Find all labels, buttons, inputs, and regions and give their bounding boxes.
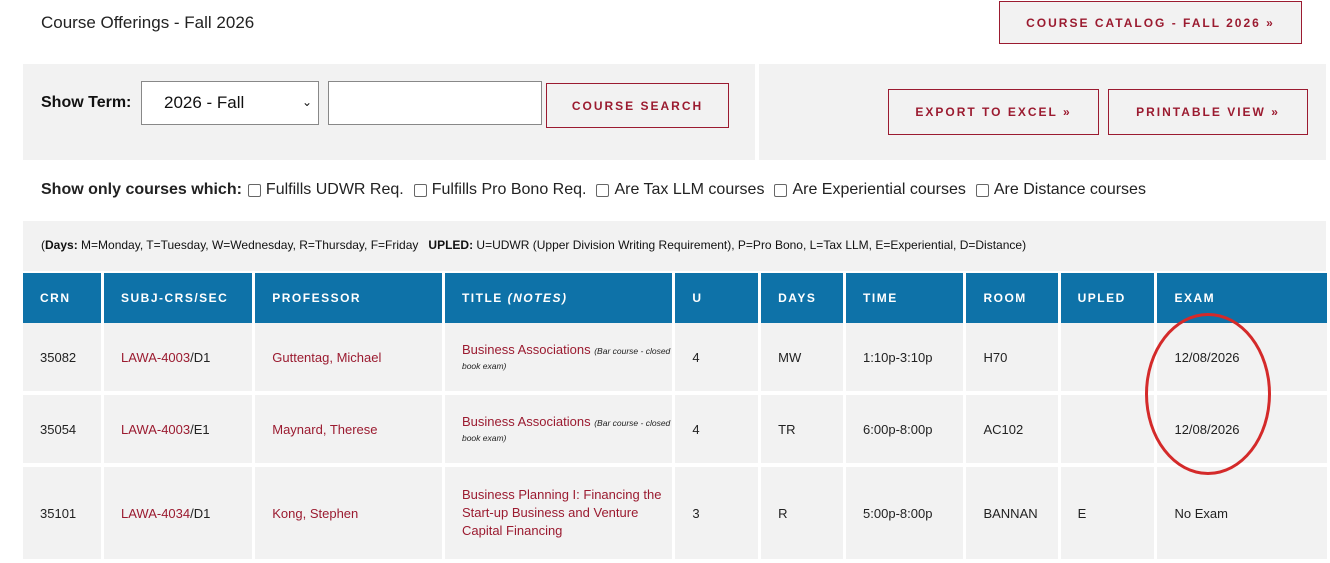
days-cell: R [761, 467, 844, 563]
professor-link[interactable]: Guttentag, Michael [272, 350, 381, 365]
export-excel-button[interactable]: EXPORT TO EXCEL » [888, 89, 1099, 135]
professor-cell: Guttentag, Michael [255, 323, 442, 395]
header-professor: PROFESSOR [255, 273, 442, 323]
title-cell: Business Associations (Bar course - clos… [444, 395, 673, 467]
time-cell: 5:00p-8:00p [846, 467, 964, 563]
header-room: ROOM [966, 273, 1058, 323]
table-row: 35101 LAWA-4034/D1 Kong, Stephen Busines… [23, 467, 1327, 563]
experiential-label: Are Experiential courses [792, 181, 966, 198]
term-select[interactable]: 2026 - Fall ⌄ [141, 81, 319, 125]
course-link[interactable]: LAWA-4003 [121, 422, 190, 437]
exam-cell: 12/08/2026 [1157, 395, 1327, 467]
upled-cell: E [1060, 467, 1155, 563]
title-link[interactable]: Business Planning I: Financing the Start… [462, 487, 661, 538]
course-table: CRN SUBJ-CRS/SEC PROFESSOR TITLE (NOTES)… [20, 273, 1330, 563]
crn-cell: 35082 [23, 323, 101, 395]
term-select-value: 2026 - Fall [164, 93, 245, 112]
crn-cell: 35054 [23, 395, 101, 467]
time-cell: 6:00p-8:00p [846, 395, 964, 467]
title-cell: Business Associations (Bar course - clos… [444, 323, 673, 395]
distance-checkbox[interactable] [975, 183, 989, 197]
filters-label: Show only courses which: [41, 181, 242, 198]
udwr-checkbox[interactable] [247, 183, 261, 197]
search-input[interactable] [328, 81, 542, 125]
tax-llm-checkbox[interactable] [596, 183, 610, 197]
legend-text: (Days: M=Monday, T=Tuesday, W=Wednesday,… [41, 238, 1027, 252]
time-cell: 1:10p-3:10p [846, 323, 964, 395]
title-cell: Business Planning I: Financing the Start… [444, 467, 673, 563]
course-filters: Show only courses which: Fulfills UDWR R… [41, 181, 1154, 199]
chevron-down-icon: ⌄ [301, 95, 312, 109]
page-title: Course Offerings - Fall 2026 [41, 13, 255, 32]
distance-label: Are Distance courses [993, 181, 1146, 198]
course-link[interactable]: LAWA-4034 [121, 506, 190, 521]
course-link[interactable]: LAWA-4003 [121, 350, 190, 365]
pro-bono-checkbox[interactable] [413, 183, 427, 197]
professor-link[interactable]: Kong, Stephen [272, 506, 358, 521]
pro-bono-label: Fulfills Pro Bono Req. [431, 181, 587, 198]
days-cell: MW [761, 323, 844, 395]
show-term-label: Show Term: [41, 94, 132, 111]
experiential-checkbox[interactable] [774, 183, 788, 197]
room-cell: AC102 [966, 395, 1058, 467]
crn-cell: 35101 [23, 467, 101, 563]
units-cell: 3 [675, 467, 759, 563]
title-link[interactable]: Business Associations [462, 414, 591, 429]
tax-llm-label: Are Tax LLM courses [614, 181, 765, 198]
title-link[interactable]: Business Associations [462, 342, 591, 357]
printable-view-button[interactable]: PRINTABLE VIEW » [1108, 89, 1308, 135]
legend-days-label: Days: [45, 238, 78, 252]
exam-cell: No Exam [1157, 467, 1327, 563]
upled-cell [1060, 323, 1155, 395]
table-row: 35082 LAWA-4003/D1 Guttentag, Michael Bu… [23, 323, 1327, 395]
professor-link[interactable]: Maynard, Therese [272, 422, 377, 437]
legend-upled-text: U=UDWR (Upper Division Writing Requireme… [473, 238, 1027, 252]
exam-cell: 12/08/2026 [1157, 323, 1327, 395]
course-cell: LAWA-4003/D1 [103, 323, 253, 395]
units-cell: 4 [675, 395, 759, 467]
udwr-label: Fulfills UDWR Req. [265, 181, 404, 198]
room-cell: BANNAN [966, 467, 1058, 563]
header-notes: (NOTES) [507, 291, 568, 305]
header-subj-crs-sec: SUBJ-CRS/SEC [103, 273, 253, 323]
units-cell: 4 [675, 323, 759, 395]
upled-cell [1060, 395, 1155, 467]
course-catalog-button[interactable]: COURSE CATALOG - FALL 2026 » [999, 1, 1302, 44]
course-search-button[interactable]: COURSE SEARCH [546, 83, 729, 128]
header-days: DAYS [761, 273, 844, 323]
header-exam: EXAM [1157, 273, 1327, 323]
header-time: TIME [846, 273, 964, 323]
header-title: TITLE (NOTES) [444, 273, 673, 323]
header-crn: CRN [23, 273, 101, 323]
professor-cell: Kong, Stephen [255, 467, 442, 563]
days-cell: TR [761, 395, 844, 467]
legend-days-text: M=Monday, T=Tuesday, W=Wednesday, R=Thur… [77, 238, 419, 252]
professor-cell: Maynard, Therese [255, 395, 442, 467]
table-row: 35054 LAWA-4003/E1 Maynard, Therese Busi… [23, 395, 1327, 467]
header-upled: UPLED [1060, 273, 1155, 323]
course-cell: LAWA-4034/D1 [103, 467, 253, 563]
legend-upled-label: UPLED: [428, 238, 474, 252]
header-units: U [675, 273, 759, 323]
course-cell: LAWA-4003/E1 [103, 395, 253, 467]
room-cell: H70 [966, 323, 1058, 395]
